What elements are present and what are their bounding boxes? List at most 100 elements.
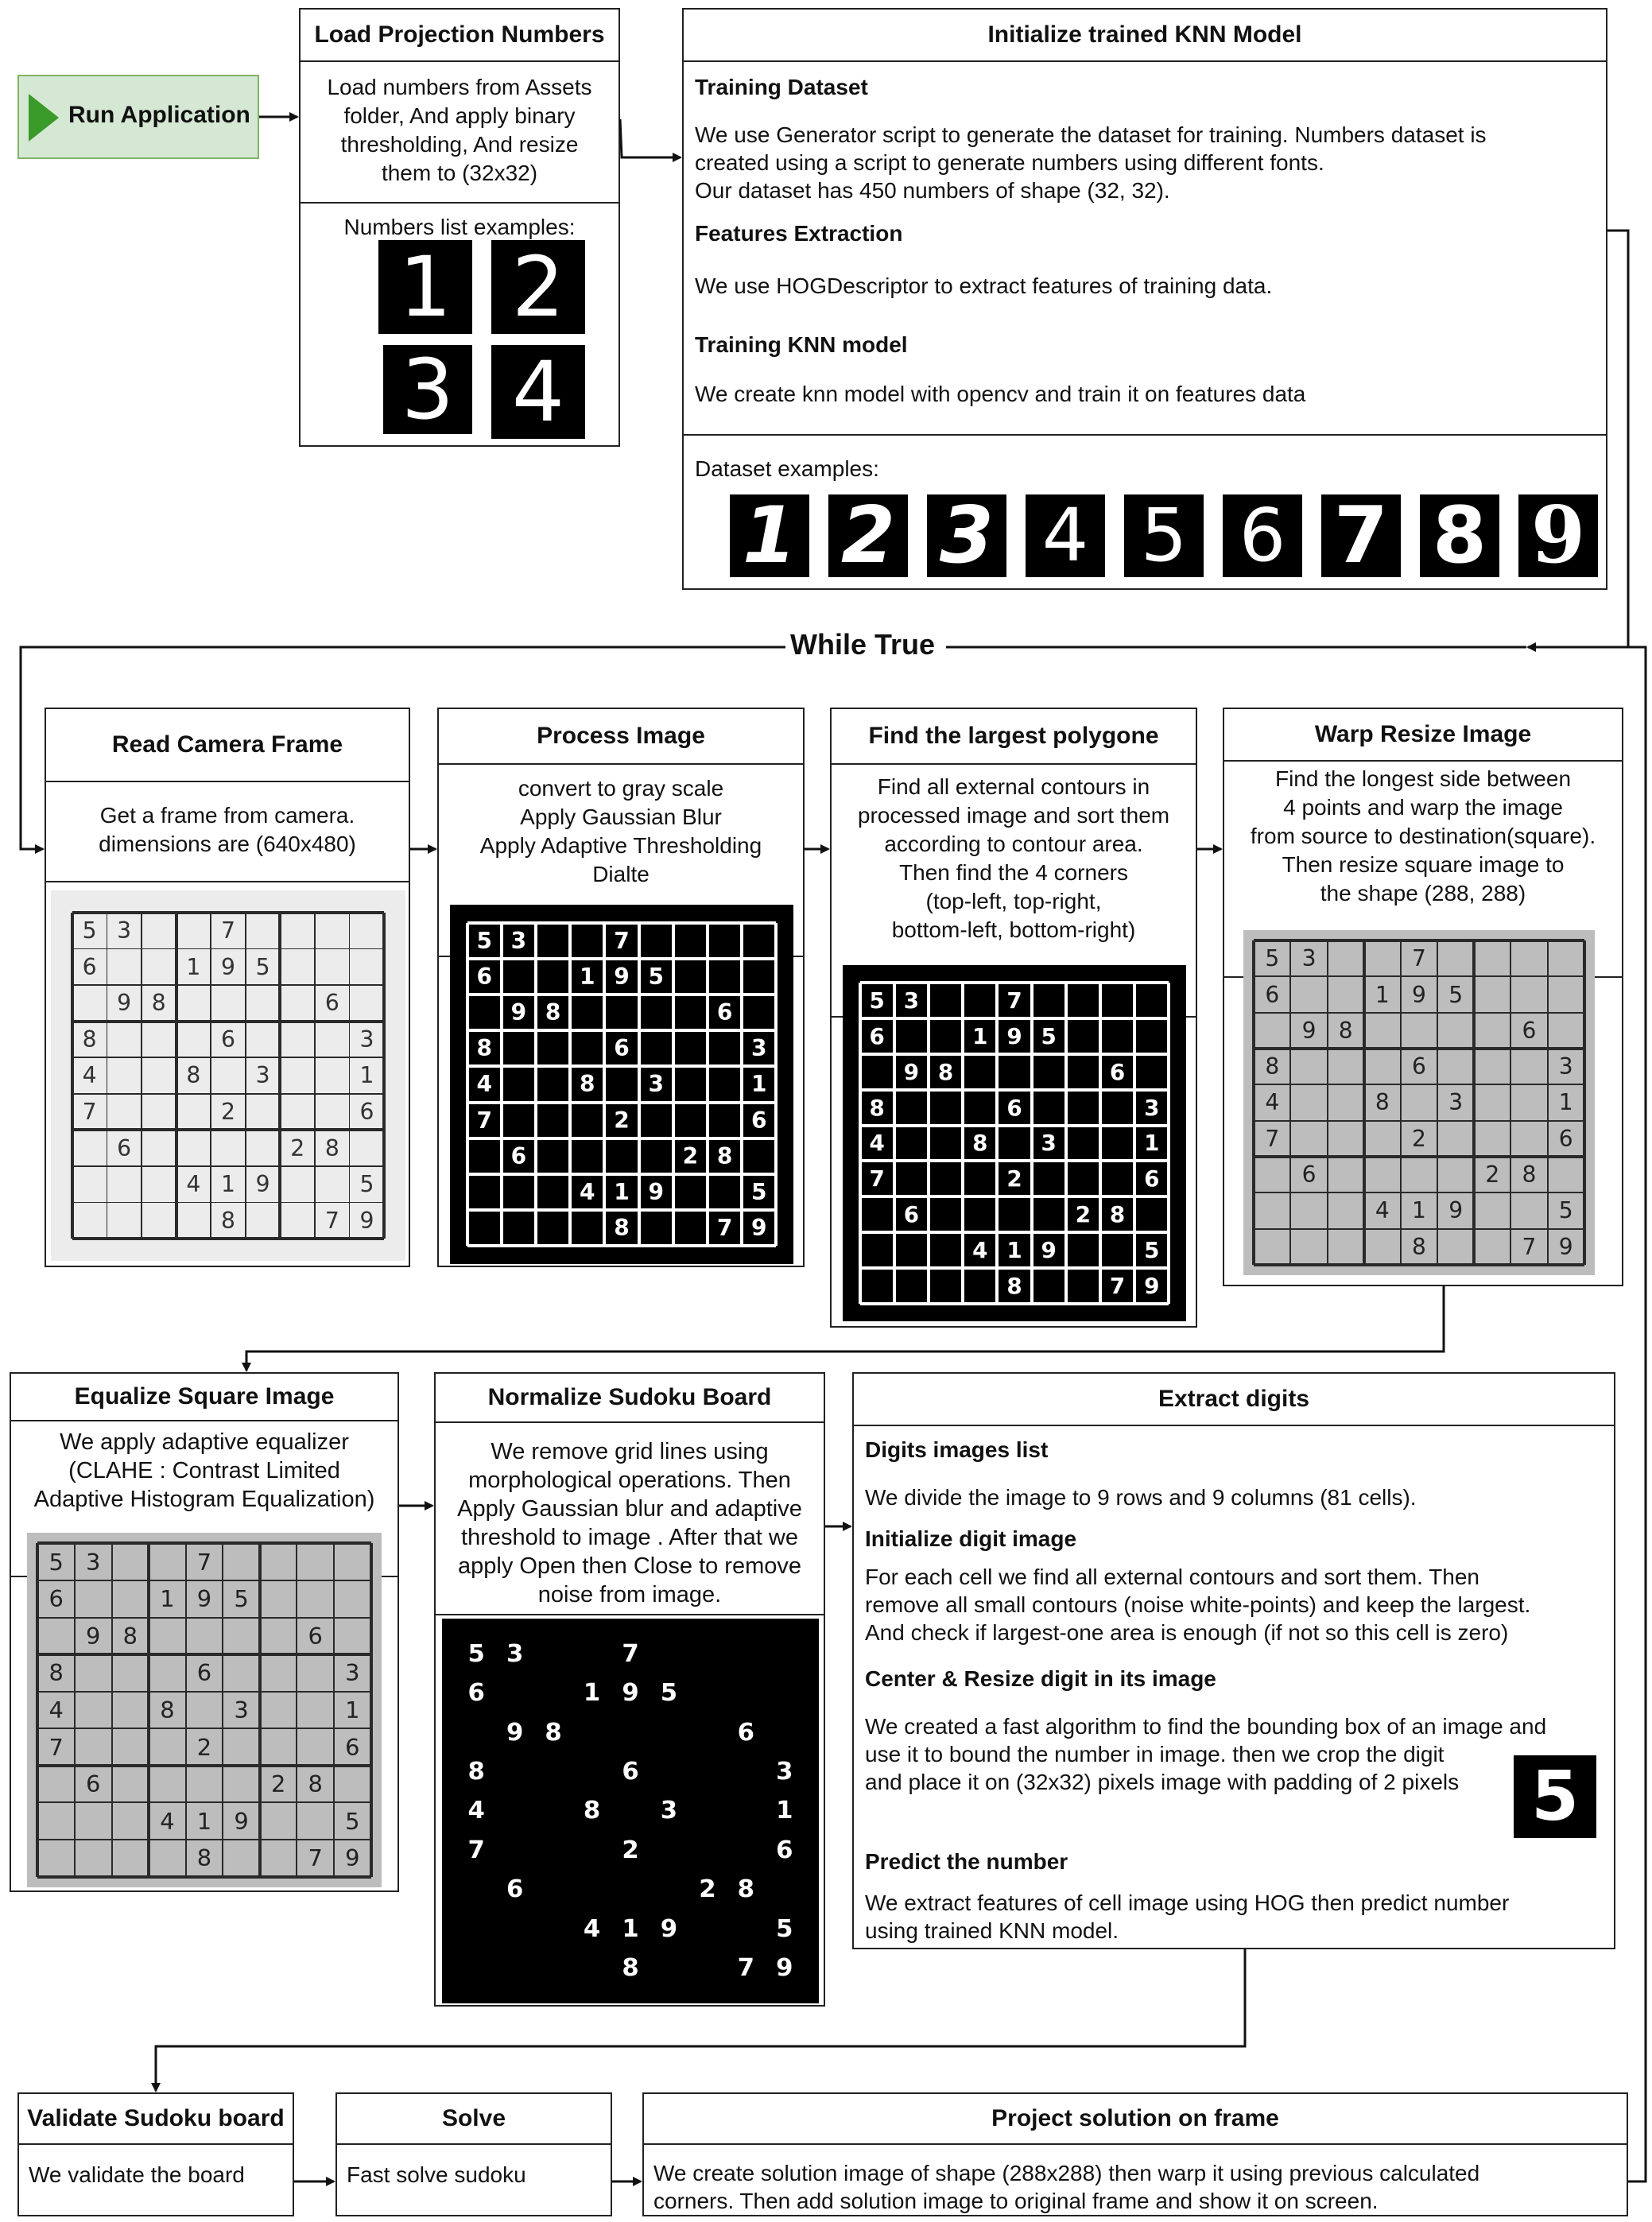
sudoku-digit: 8 — [869, 1094, 885, 1121]
sudoku-digit: 2 — [221, 1099, 235, 1126]
processed-image: 537619598686348317266284195879 — [450, 905, 793, 1264]
sudoku-digit: 4 — [1375, 1197, 1390, 1224]
sudoku-digit: 5 — [234, 1585, 249, 1613]
grid-line — [111, 1543, 113, 1877]
sudoku-digit: 6 — [1265, 981, 1280, 1008]
sudoku-digit: 2 — [1006, 1165, 1022, 1192]
sudoku-digit: 4 — [583, 1914, 601, 1943]
sudoku-digit: 8 — [1412, 1233, 1426, 1260]
predict-number-title: Predict the number — [865, 1849, 1068, 1874]
sudoku-digit: 8 — [1375, 1089, 1390, 1116]
initialize-digit-title: Initialize digit image — [865, 1526, 1077, 1551]
sudoku-digit: 3 — [1558, 1053, 1573, 1080]
sudoku-digit: 3 — [648, 1071, 664, 1098]
dataset-example: 3 — [927, 494, 1006, 577]
sudoku-digit: 6 — [467, 1679, 485, 1708]
warped-image: 537619598686348317266284195879 — [1243, 930, 1595, 1275]
largest-polygon-node: Find the largest polygone Find all exter… — [830, 708, 1197, 1328]
dataset-example: 6 — [1223, 494, 1302, 577]
sudoku-digit: 1 — [614, 1179, 630, 1206]
warp-resize-node: Warp Resize Image Find the longest side … — [1223, 708, 1623, 1286]
read-camera-node: Read Camera Frame Get a frame from camer… — [45, 708, 410, 1267]
sudoku-digit: 3 — [776, 1758, 793, 1786]
sudoku-digit: 3 — [751, 1035, 767, 1062]
load-projection-node: Load Projection Numbers Load numbers fro… — [299, 8, 620, 447]
sudoku-digit: 3 — [660, 1797, 678, 1825]
sudoku-digit: 8 — [82, 1026, 97, 1053]
sudoku-digit: 5 — [345, 1807, 360, 1835]
sudoku-digit: 9 — [234, 1807, 249, 1835]
sudoku-digit: 8 — [1006, 1272, 1022, 1299]
training-knn-text: We create knn model with opencv and trai… — [695, 382, 1306, 406]
read-camera-title: Read Camera Frame — [46, 709, 409, 782]
sudoku-digit: 1 — [359, 1062, 374, 1089]
sudoku-digit: 4 — [160, 1807, 175, 1835]
run-application-label: Run Application — [68, 102, 250, 128]
features-extraction-title: Features Extraction — [695, 221, 903, 246]
sudoku-digit: 3 — [255, 1062, 270, 1089]
equalize-title: Equalize Square Image — [11, 1374, 397, 1421]
arrow-load-to-knn — [619, 118, 682, 162]
sudoku-digit: 6 — [221, 1026, 235, 1053]
number-example: 2 — [491, 240, 585, 334]
sudoku-digit: 6 — [48, 1585, 64, 1613]
sudoku-digit: 2 — [290, 1134, 305, 1161]
predict-number-text: We extract features of cell image using … — [865, 1890, 1510, 1943]
sudoku-digit: 4 — [1265, 1089, 1280, 1116]
sudoku-digit: 2 — [1485, 1161, 1500, 1189]
training-dataset-title: Training Dataset — [695, 75, 868, 99]
largest-polygon-title: Find the largest polygone — [832, 709, 1196, 765]
sudoku-digit: 5 — [869, 987, 885, 1014]
sudoku-digit: 8 — [221, 1207, 235, 1234]
sudoku-digit: 5 — [648, 963, 664, 990]
sudoku-digit: 2 — [270, 1770, 286, 1798]
normalize-node: Normalize Sudoku Board We remove grid li… — [434, 1372, 825, 2007]
sudoku-digit: 9 — [1412, 981, 1426, 1008]
sudoku-digit: 1 — [972, 1023, 988, 1050]
grid-line — [927, 983, 930, 1304]
process-image-title: Process Image — [439, 709, 803, 765]
sudoku-digit: 3 — [1144, 1094, 1160, 1121]
camera-frame-image: 537619598686348317266284195879 — [51, 890, 405, 1261]
dataset-example: 9 — [1518, 494, 1598, 577]
validate-node: Validate Sudoku board We validate the bo… — [17, 2092, 294, 2216]
extract-digits-title: Extract digits — [854, 1374, 1614, 1426]
grid-line — [1326, 940, 1328, 1265]
sudoku-digit: 6 — [86, 1770, 101, 1798]
grid-line — [296, 1543, 298, 1877]
sudoku-digit: 7 — [716, 1215, 733, 1242]
sudoku-digit: 7 — [1109, 1272, 1126, 1299]
sudoku-digit: 8 — [122, 1622, 138, 1650]
digits-images-list-text: We divide the image to 9 rows and 9 colu… — [865, 1485, 1417, 1510]
sudoku-digit: 8 — [308, 1770, 323, 1798]
sudoku-digit: 8 — [716, 1142, 733, 1169]
sudoku-digit: 7 — [869, 1165, 885, 1192]
sudoku-digit: 5 — [467, 1639, 485, 1668]
load-projection-title: Load Projection Numbers — [301, 10, 619, 62]
sudoku-digit: 3 — [359, 1026, 374, 1053]
validate-title: Validate Sudoku board — [19, 2094, 293, 2145]
sudoku-digit: 2 — [699, 1875, 716, 1904]
center-resize-text: We created a fast algorithm to find the … — [865, 1714, 1547, 1794]
sample-digit-image: 5 — [1514, 1755, 1596, 1838]
sudoku-digit: 7 — [324, 1207, 339, 1234]
sudoku-digit: 6 — [82, 953, 97, 980]
sudoku-digit: 6 — [196, 1659, 212, 1687]
sudoku-digit: 8 — [937, 1058, 954, 1085]
sudoku-digit: 6 — [869, 1023, 885, 1050]
sudoku-digit: 5 — [751, 1179, 767, 1206]
sudoku-digit: 6 — [345, 1733, 360, 1761]
sudoku-digit: 8 — [196, 1844, 212, 1872]
play-icon — [29, 94, 59, 142]
sudoku-digit: 1 — [583, 1679, 601, 1708]
sudoku-digit: 5 — [1558, 1197, 1573, 1224]
sudoku-digit: 8 — [545, 999, 561, 1026]
read-camera-text: Get a frame from camera. dimensions are … — [46, 782, 409, 882]
sudoku-digit: 9 — [117, 990, 132, 1017]
sudoku-digit: 9 — [506, 1718, 524, 1747]
sudoku-digit: 7 — [196, 1548, 212, 1576]
sudoku-digit: 7 — [614, 927, 630, 954]
number-example: 1 — [378, 240, 472, 334]
center-resize-title: Center & Resize digit in its image — [865, 1666, 1216, 1691]
sudoku-digit: 1 — [622, 1914, 639, 1943]
